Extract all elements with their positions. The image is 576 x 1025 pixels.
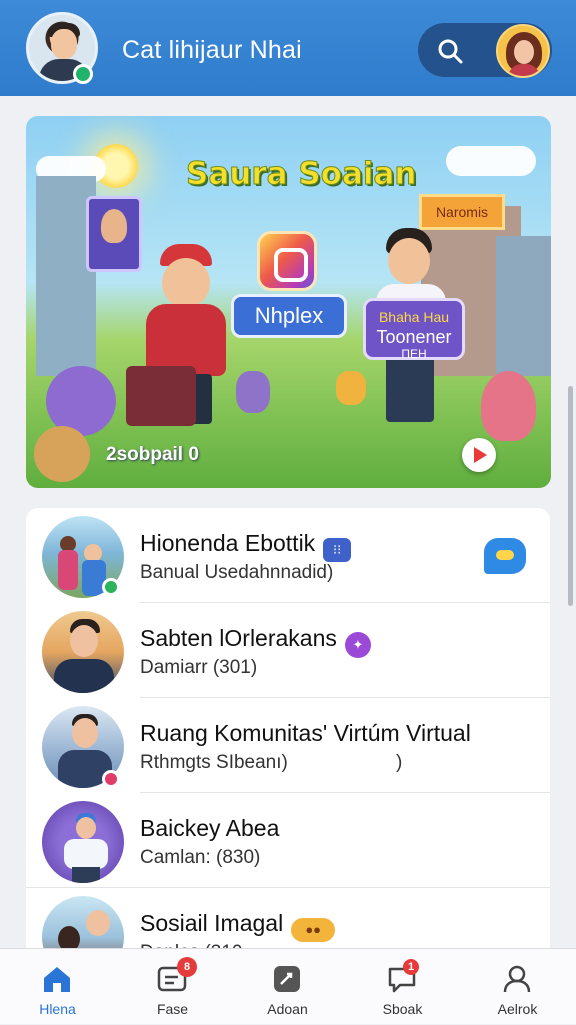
community-subtitle: Rthmgts SIbeanı))	[140, 752, 402, 774]
community-subtitle-text: Rthmgts SIbeanı)	[140, 752, 288, 773]
community-avatar	[42, 611, 124, 693]
online-status-icon	[73, 64, 93, 84]
notification-badge: 8	[177, 957, 197, 977]
bubble-right-top: Bhaha Hau	[378, 309, 450, 325]
bubble-right-bottom: ПЕН	[401, 347, 427, 361]
shop-sign: Naromis	[419, 194, 505, 230]
teddy-bear-illustration	[34, 426, 90, 482]
home-icon	[44, 967, 70, 992]
app-title: Cat lihijaur Nhai	[122, 36, 302, 64]
online-status-icon	[102, 578, 120, 596]
tab-label: Adoan	[267, 1001, 308, 1017]
community-name-text: Sosiail Imagal	[140, 910, 284, 936]
avatar-face	[51, 29, 77, 59]
building-illustration	[496, 236, 551, 376]
community-list: Hionenda Ebottik ⁝⁝ Banual Usedahnnadid) …	[26, 508, 550, 958]
tab-label: Fase	[156, 1001, 189, 1017]
tab-chat[interactable]: 1 Sboak	[345, 949, 460, 1025]
community-name: Ruang Komunitas' Virtúm Virtual	[140, 720, 471, 746]
search-icon[interactable]	[436, 37, 464, 65]
tab-label: Sboak	[382, 1001, 423, 1017]
banner-title: Saura Soaian	[185, 156, 417, 193]
community-name: Sosiail Imagal ●●	[140, 910, 336, 942]
community-name: Hionenda Ebottik ⁝⁝	[140, 530, 352, 562]
community-avatar	[42, 801, 124, 883]
tab-feed[interactable]: 8 Fase	[115, 949, 230, 1025]
community-subtitle: Camlan: (830)	[140, 847, 261, 868]
speech-bubble-right: Bhaha Hau Toonener ПЕН	[363, 298, 465, 361]
play-icon	[474, 447, 487, 463]
list-item[interactable]: Ruang Komunitas' Virtúm Virtual Rthmgts …	[26, 698, 550, 793]
community-name-text: Sabten lOrlerakans	[140, 625, 337, 651]
tab-create[interactable]: Adoan	[230, 949, 345, 1025]
list-item[interactable]: Hionenda Ebottik ⁝⁝ Banual Usedahnnadid)	[26, 508, 550, 603]
chat-bubble-icon[interactable]	[484, 538, 526, 574]
profile-avatar-face	[514, 40, 534, 64]
chair-illustration	[126, 366, 196, 426]
small-robot-illustration	[236, 371, 270, 413]
profile-avatar[interactable]	[496, 24, 550, 78]
profile-icon	[503, 965, 531, 993]
sparkle-badge-icon: ✦	[344, 632, 371, 658]
scrollbar[interactable]	[568, 386, 573, 606]
bubble-right-mid: Toonener	[376, 327, 452, 347]
tab-label: Hlena	[39, 1001, 76, 1017]
community-name: Baickey Abea	[140, 815, 280, 841]
tab-home[interactable]: Hlena	[0, 949, 115, 1025]
list-item[interactable]: Sabten lOrlerakans ✦ Damiarr (301)	[26, 603, 550, 698]
camera-app-icon	[257, 231, 317, 291]
tab-profile[interactable]: Aelrok	[460, 949, 575, 1025]
creature-right-illustration	[481, 371, 536, 441]
featured-banner[interactable]: Naromis Saura Soaian Nhplex Bhaha Hau To…	[26, 116, 551, 488]
notification-badge: 1	[403, 959, 419, 975]
play-button[interactable]	[462, 438, 496, 472]
community-name-text: Hionenda Ebottik	[140, 530, 316, 556]
emoji-badge-icon: ●●	[291, 918, 336, 942]
list-item[interactable]: Baickey Abea Camlan: (830)	[26, 793, 550, 888]
portrait-frame-illustration	[86, 196, 142, 272]
app-header: Cat lihijaur Nhai	[0, 0, 576, 96]
create-icon	[274, 966, 300, 992]
community-subtitle: Banual Usedahnnadid)	[140, 562, 334, 583]
tab-label: Aelrok	[497, 1001, 538, 1017]
cloud-illustration	[446, 146, 536, 176]
bottom-tab-bar: Hlena 8 Fase Adoan 1 Sboak Aelrok	[0, 948, 576, 1024]
banner-stats: 2sobpail 0	[106, 444, 199, 465]
heart-status-icon	[102, 770, 120, 788]
community-subtitle: Damiarr (301)	[140, 657, 258, 678]
small-critter-illustration	[336, 371, 366, 405]
speech-bubble-left: Nhplex	[231, 294, 347, 338]
community-name: Sabten lOrlerakans ✦	[140, 625, 371, 658]
grid-badge-icon: ⁝⁝	[323, 538, 352, 562]
community-subtitle-suffix: )	[396, 752, 403, 773]
